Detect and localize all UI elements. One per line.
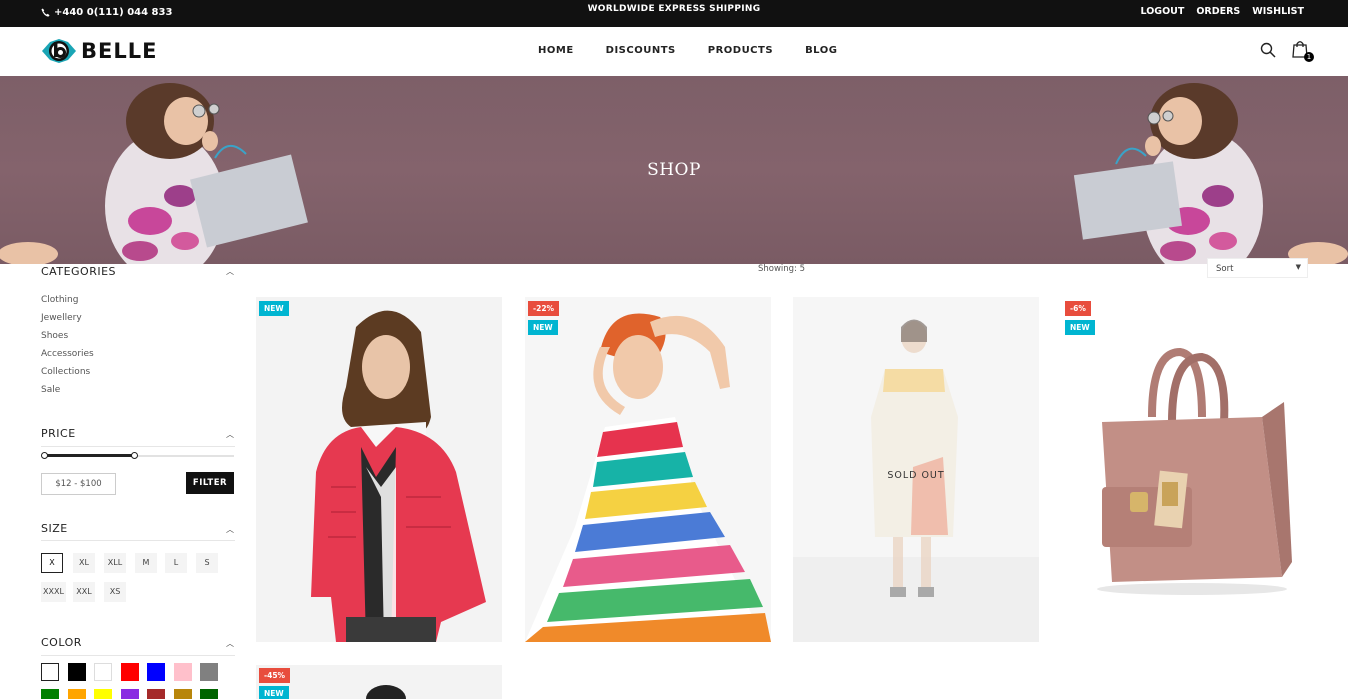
category-accessories[interactable]: Accessories — [41, 348, 94, 366]
price-collapse-icon[interactable]: ︿ — [226, 429, 234, 440]
category-sale[interactable]: Sale — [41, 384, 94, 402]
size-option-x[interactable]: X — [41, 553, 63, 573]
product-image — [256, 297, 502, 642]
size-option-xs[interactable]: XS — [104, 582, 126, 602]
account-links: LOGOUT ORDERS WISHLIST — [1140, 6, 1304, 17]
product-card[interactable]: SOLD OUT — [793, 297, 1039, 642]
new-badge: NEW — [259, 686, 289, 699]
category-clothing[interactable]: Clothing — [41, 294, 94, 312]
size-collapse-icon[interactable]: ︿ — [226, 524, 234, 535]
color-swatch[interactable] — [94, 663, 112, 681]
category-list: Clothing Jewellery Shoes Accessories Col… — [41, 294, 94, 402]
product-card[interactable]: NEW — [256, 297, 502, 642]
product-card[interactable]: -45% NEW — [256, 665, 502, 699]
cart-count-badge: 1 — [1304, 52, 1314, 62]
product-image — [525, 297, 771, 642]
new-badge: NEW — [259, 301, 289, 316]
color-swatch[interactable] — [94, 689, 112, 699]
orders-link[interactable]: ORDERS — [1196, 6, 1240, 17]
color-swatch[interactable] — [67, 689, 86, 699]
size-title[interactable]: SIZE — [41, 522, 68, 535]
nav-discounts[interactable]: DISCOUNTS — [606, 45, 676, 56]
nav-home[interactable]: HOME — [538, 45, 574, 56]
main-header: BELLE HOME DISCOUNTS PRODUCTS BLOG 1 — [0, 27, 1348, 76]
header-actions: 1 — [1260, 40, 1314, 62]
color-swatch[interactable] — [120, 689, 139, 699]
brand-logo[interactable]: BELLE — [41, 37, 157, 65]
logout-link[interactable]: LOGOUT — [1140, 6, 1184, 17]
discount-badge: -45% — [259, 668, 291, 683]
new-badge: NEW — [528, 320, 558, 335]
color-swatch[interactable] — [200, 663, 218, 681]
size-option-xl[interactable]: XL — [73, 553, 95, 573]
product-card[interactable]: -22% NEW — [525, 297, 771, 642]
discount-badge: -22% — [528, 301, 560, 316]
logo-mark-icon — [42, 39, 76, 63]
category-collections[interactable]: Collections — [41, 366, 94, 384]
sort-label: Sort — [1216, 264, 1234, 274]
category-jewellery[interactable]: Jewellery — [41, 312, 94, 330]
shop-banner: SHOP — [0, 76, 1348, 264]
price-slider-range — [44, 454, 134, 457]
results-count: Showing: 5 — [758, 264, 806, 274]
category-shoes[interactable]: Shoes — [41, 330, 94, 348]
size-option-s[interactable]: S — [196, 553, 218, 573]
color-divider — [41, 655, 235, 656]
color-swatch[interactable] — [41, 689, 59, 699]
discount-badge: -6% — [1065, 301, 1091, 316]
chevron-down-icon: ▼ — [1295, 263, 1301, 271]
categories-collapse-icon[interactable]: ︿ — [226, 266, 234, 277]
product-card[interactable]: -6% NEW — [1062, 297, 1308, 642]
product-image — [1062, 297, 1308, 642]
sold-out-label: SOLD OUT — [887, 470, 945, 481]
price-range-input[interactable]: $12 - $100 — [41, 473, 116, 495]
categories-title[interactable]: CATEGORIES — [41, 265, 116, 278]
color-swatch[interactable] — [147, 663, 165, 681]
color-title[interactable]: COLOR — [41, 636, 82, 649]
top-bar: +440 0(111) 044 833 WORLDWIDE EXPRESS SH… — [0, 0, 1348, 27]
size-divider — [41, 540, 235, 541]
cart-button[interactable]: 1 — [1292, 40, 1314, 62]
price-slider-min-handle[interactable] — [41, 452, 48, 459]
search-icon[interactable] — [1260, 42, 1276, 58]
price-slider-max-handle[interactable] — [131, 452, 138, 459]
size-option-xxl[interactable]: XXL — [73, 582, 95, 602]
color-swatch[interactable] — [200, 689, 218, 699]
wishlist-link[interactable]: WISHLIST — [1252, 6, 1304, 17]
main-nav: HOME DISCOUNTS PRODUCTS BLOG — [538, 45, 837, 56]
price-divider — [41, 446, 235, 447]
price-title[interactable]: PRICE — [41, 427, 76, 440]
page-title: SHOP — [647, 160, 701, 180]
size-option-m[interactable]: M — [135, 553, 157, 573]
sort-select[interactable]: Sort ▼ — [1207, 258, 1308, 278]
filter-button[interactable]: FILTER — [186, 472, 234, 494]
color-swatch[interactable] — [67, 663, 86, 681]
nav-products[interactable]: PRODUCTS — [708, 45, 773, 56]
size-option-l[interactable]: L — [165, 553, 187, 573]
color-swatch[interactable] — [173, 689, 192, 699]
color-collapse-icon[interactable]: ︿ — [226, 638, 234, 649]
color-swatch[interactable] — [41, 663, 59, 681]
color-swatch[interactable] — [120, 663, 139, 681]
size-option-xxxl[interactable]: XXXL — [41, 582, 66, 602]
nav-blog[interactable]: BLOG — [805, 45, 837, 56]
product-image — [256, 665, 502, 699]
color-swatch[interactable] — [173, 663, 192, 681]
brand-name: BELLE — [81, 39, 158, 63]
new-badge: NEW — [1065, 320, 1095, 335]
color-swatch[interactable] — [147, 689, 165, 699]
size-option-xll[interactable]: XLL — [104, 553, 126, 573]
